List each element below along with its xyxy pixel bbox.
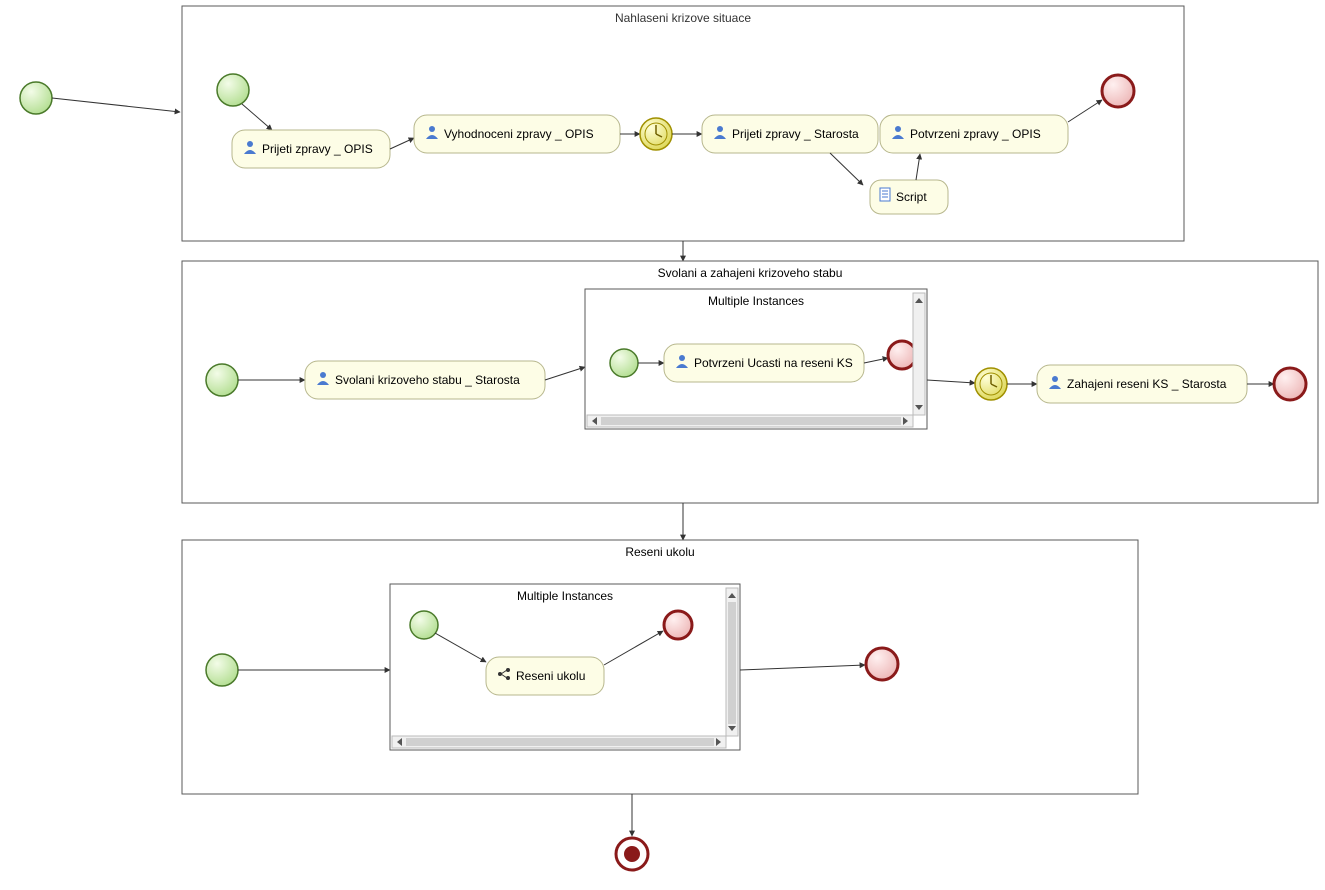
task-label: Potvrzeni Ucasti na reseni KS (694, 356, 853, 370)
scrollbar-horizontal[interactable] (392, 736, 726, 748)
end-event[interactable] (664, 611, 692, 639)
subprocess-title: Multiple Instances (708, 294, 804, 308)
start-event[interactable] (206, 654, 238, 686)
task-prijeti-zpravy-opis[interactable]: Prijeti zpravy _ OPIS (232, 130, 390, 168)
end-event[interactable] (888, 341, 916, 369)
task-label: Prijeti zpravy _ OPIS (262, 142, 373, 156)
start-event[interactable] (217, 74, 249, 106)
script-icon (880, 188, 890, 201)
start-event[interactable] (206, 364, 238, 396)
pool-title: Svolani a zahajeni krizoveho stabu (658, 266, 843, 280)
task-label: Svolani krizoveho stabu _ Starosta (335, 373, 520, 387)
task-reseni-ukolu[interactable]: Reseni ukolu (486, 657, 604, 695)
subprocess-multiple-instances-2[interactable]: Multiple Instances Reseni ukolu (390, 584, 740, 750)
pool-title: Reseni ukolu (625, 545, 694, 559)
task-label: Prijeti zpravy _ Starosta (732, 127, 859, 141)
start-event[interactable] (610, 349, 638, 377)
end-event[interactable] (1274, 368, 1306, 400)
global-start-event[interactable] (20, 82, 52, 114)
task-svolani-krizoveho-stabu[interactable]: Svolani krizoveho stabu _ Starosta (305, 361, 545, 399)
task-label: Script (896, 190, 927, 204)
task-script[interactable]: Script (870, 180, 948, 214)
pool-title: Nahlaseni krizove situace (615, 11, 751, 25)
task-potvrzeni-ucasti[interactable]: Potvrzeni Ucasti na reseni KS (664, 344, 864, 382)
flow-arrow (52, 98, 180, 112)
task-vyhodnoceni-zpravy-opis[interactable]: Vyhodnoceni zpravy _ OPIS (414, 115, 620, 153)
task-label: Vyhodnoceni zpravy _ OPIS (444, 127, 594, 141)
task-label: Reseni ukolu (516, 669, 585, 683)
timer-event[interactable] (640, 118, 672, 150)
scrollbar-vertical[interactable] (726, 588, 738, 736)
scrollbar-horizontal[interactable] (587, 415, 913, 427)
start-event[interactable] (410, 611, 438, 639)
task-zahajeni-reseni-ks[interactable]: Zahajeni reseni KS _ Starosta (1037, 365, 1247, 403)
subprocess-multiple-instances-1[interactable]: Multiple Instances Potvrzeni Ucasti na r… (585, 289, 927, 429)
scrollbar-vertical[interactable] (913, 293, 925, 415)
timer-event[interactable] (975, 368, 1007, 400)
end-event[interactable] (866, 648, 898, 680)
end-event[interactable] (1102, 75, 1134, 107)
task-potvrzeni-zpravy-opis[interactable]: Potvrzeni zpravy _ OPIS (880, 115, 1068, 153)
task-label: Zahajeni reseni KS _ Starosta (1067, 377, 1227, 391)
terminate-end-event[interactable] (616, 838, 648, 870)
task-prijeti-zpravy-starosta[interactable]: Prijeti zpravy _ Starosta (702, 115, 878, 153)
subprocess-title: Multiple Instances (517, 589, 613, 603)
task-label: Potvrzeni zpravy _ OPIS (910, 127, 1041, 141)
